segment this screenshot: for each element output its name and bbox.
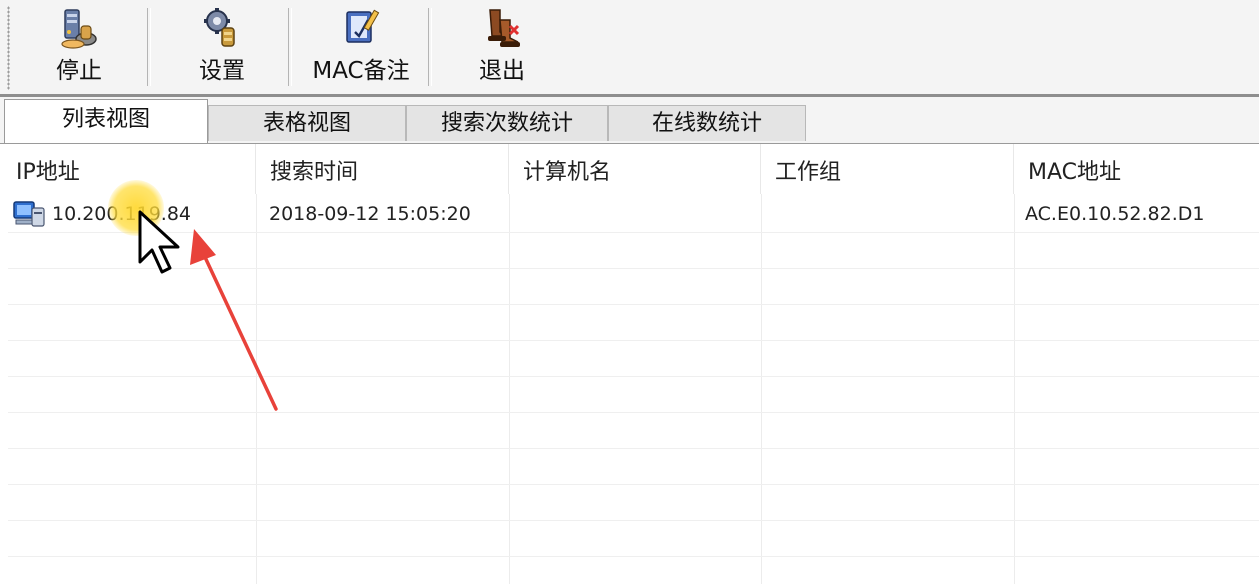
mac-address-cell: AC.E0.10.52.82.D1 bbox=[1025, 203, 1205, 225]
toolbar-separator bbox=[147, 8, 151, 86]
column-divider bbox=[761, 194, 762, 584]
column-divider bbox=[509, 194, 510, 584]
tab-label: 搜索次数统计 bbox=[440, 111, 573, 136]
mouse-pointer-icon bbox=[138, 210, 180, 274]
exit-button[interactable]: 退出 bbox=[460, 4, 544, 88]
column-header-label: MAC地址 bbox=[1028, 160, 1122, 185]
tab-list-view[interactable]: 列表视图 bbox=[4, 99, 208, 143]
row-divider bbox=[8, 520, 1259, 521]
exit-boots-icon bbox=[488, 9, 520, 47]
column-header-label: 工作组 bbox=[775, 160, 842, 185]
column-header-search-time[interactable]: 搜索时间 bbox=[256, 144, 509, 194]
tab-table-view[interactable]: 表格视图 bbox=[208, 105, 406, 141]
settings-button-label: 设置 bbox=[199, 58, 245, 84]
tab-online-count-stats[interactable]: 在线数统计 bbox=[608, 105, 806, 141]
column-header-mac[interactable]: MAC地址 bbox=[1014, 144, 1259, 194]
mac-note-icon bbox=[346, 9, 380, 43]
toolbar-separator bbox=[428, 8, 432, 86]
stop-server-icon bbox=[61, 9, 97, 49]
row-divider bbox=[8, 484, 1259, 485]
settings-gear-icon bbox=[204, 8, 235, 47]
row-divider bbox=[8, 556, 1259, 557]
toolbar: 停止 设置 MAC备注 退出 bbox=[0, 0, 1259, 94]
exit-button-label: 退出 bbox=[479, 58, 525, 84]
column-header-workgroup[interactable]: 工作组 bbox=[761, 144, 1014, 194]
stop-button-label: 停止 bbox=[56, 58, 102, 84]
toolbar-grip[interactable] bbox=[7, 6, 10, 90]
annotation-arrow bbox=[190, 229, 278, 411]
column-header-label: 搜索时间 bbox=[270, 160, 359, 185]
column-header-label: IP地址 bbox=[16, 160, 80, 185]
column-header-label: 计算机名 bbox=[523, 160, 612, 185]
settings-button[interactable]: 设置 bbox=[177, 4, 267, 88]
stop-button[interactable]: 停止 bbox=[36, 4, 122, 88]
column-header-computer-name[interactable]: 计算机名 bbox=[509, 144, 761, 194]
search-time-cell: 2018-09-12 15:05:20 bbox=[269, 203, 471, 225]
tab-label: 在线数统计 bbox=[651, 111, 762, 136]
mac-note-button[interactable]: MAC备注 bbox=[304, 4, 418, 88]
mac-note-button-label: MAC备注 bbox=[312, 58, 410, 84]
tab-label: 表格视图 bbox=[262, 111, 351, 136]
network-computer-icon bbox=[13, 201, 45, 227]
column-divider bbox=[1014, 194, 1015, 584]
tab-strip: 列表视图 表格视图 搜索次数统计 在线数统计 bbox=[0, 97, 1259, 143]
tab-search-count-stats[interactable]: 搜索次数统计 bbox=[406, 105, 608, 141]
row-divider bbox=[8, 448, 1259, 449]
tab-label: 列表视图 bbox=[61, 107, 150, 132]
toolbar-separator bbox=[288, 8, 292, 86]
